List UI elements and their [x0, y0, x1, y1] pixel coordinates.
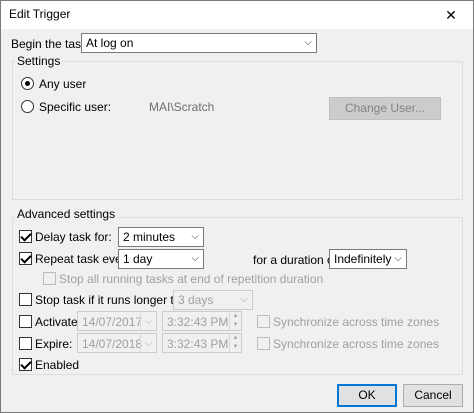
any-user-label: Any user: [39, 77, 87, 91]
calendar-icon: ⌵: [140, 334, 156, 352]
close-button[interactable]: ✕: [429, 1, 473, 29]
activate-sync-checkbox[interactable]: [257, 315, 270, 328]
window-title: Edit Trigger: [9, 7, 71, 21]
activate-sync-label: Synchronize across time zones: [273, 315, 440, 329]
activate-date: 14/07/2017: [82, 315, 143, 329]
chevron-down-icon: ⌵: [394, 253, 402, 264]
expire-sync-label: Synchronize across time zones: [273, 337, 440, 351]
expire-time-field[interactable]: 3:32:43 PM ▲ ▼: [162, 333, 242, 353]
expire-label: Expire:: [35, 337, 73, 351]
edit-trigger-dialog: Edit Trigger ✕ Begin the task: At log on…: [0, 0, 474, 413]
stop-task-select[interactable]: 3 days ⌵: [173, 290, 253, 310]
delay-task-checkbox[interactable]: [19, 230, 32, 243]
enabled-label: Enabled: [35, 358, 80, 372]
chevron-down-icon: ⌵: [191, 253, 199, 264]
expire-checkbox[interactable]: [19, 337, 32, 350]
delay-task-label: Delay task for:: [35, 230, 112, 244]
repeat-task-checkbox[interactable]: [19, 252, 32, 265]
expire-date-field[interactable]: 14/07/2018 ⌵: [77, 333, 157, 353]
any-user-radio[interactable]: [21, 77, 34, 90]
time-spinner[interactable]: ▲ ▼: [229, 312, 241, 330]
stop-all-tasks-checkbox[interactable]: [43, 272, 56, 285]
user-value: MAI\Scratch: [149, 100, 215, 114]
stop-task-checkbox[interactable]: [19, 293, 32, 306]
cancel-button[interactable]: Cancel: [403, 384, 463, 407]
settings-group-title: Settings: [15, 54, 63, 68]
advanced-settings-title: Advanced settings: [15, 207, 118, 221]
enabled-checkbox[interactable]: [19, 358, 32, 371]
spin-down-icon: ▼: [232, 344, 239, 350]
ok-button[interactable]: OK: [337, 384, 397, 407]
activate-time-field[interactable]: 3:32:43 PM ▲ ▼: [162, 311, 242, 331]
spin-down-icon: ▼: [232, 322, 239, 328]
calendar-icon: ⌵: [140, 312, 156, 330]
chevron-down-icon: ⌵: [240, 294, 248, 305]
begin-task-label: Begin the task:: [11, 37, 91, 51]
chevron-down-icon: ⌵: [304, 37, 312, 48]
stop-all-tasks-label: Stop all running tasks at end of repetit…: [59, 272, 324, 286]
change-user-button[interactable]: Change User...: [329, 97, 441, 120]
spin-up-icon: ▲: [232, 335, 239, 341]
activate-label: Activate:: [35, 315, 82, 329]
specific-user-radio[interactable]: [21, 100, 34, 113]
begin-task-value: At log on: [86, 36, 134, 50]
repeat-task-value: 1 day: [123, 252, 153, 266]
stop-task-value: 3 days: [178, 293, 214, 307]
repeat-task-select[interactable]: 1 day ⌵: [118, 249, 204, 269]
delay-task-value: 2 minutes: [123, 230, 176, 244]
duration-label: for a duration of:: [253, 253, 341, 267]
expire-time: 3:32:43 PM: [167, 337, 229, 351]
delay-task-select[interactable]: 2 minutes ⌵: [118, 227, 204, 247]
begin-task-select[interactable]: At log on ⌵: [81, 33, 317, 53]
expire-sync-checkbox[interactable]: [257, 337, 270, 350]
activate-checkbox[interactable]: [19, 315, 32, 328]
time-spinner[interactable]: ▲ ▼: [229, 334, 241, 352]
close-icon: ✕: [445, 6, 457, 23]
expire-date: 14/07/2018: [82, 337, 143, 351]
duration-select[interactable]: Indefinitely ⌵: [329, 249, 407, 269]
duration-value: Indefinitely: [334, 252, 392, 266]
activate-time: 3:32:43 PM: [167, 315, 229, 329]
specific-user-label: Specific user:: [39, 100, 112, 114]
title-bar: Edit Trigger ✕: [1, 1, 473, 29]
activate-date-field[interactable]: 14/07/2017 ⌵: [77, 311, 157, 331]
chevron-down-icon: ⌵: [191, 231, 199, 242]
spin-up-icon: ▲: [232, 313, 239, 319]
